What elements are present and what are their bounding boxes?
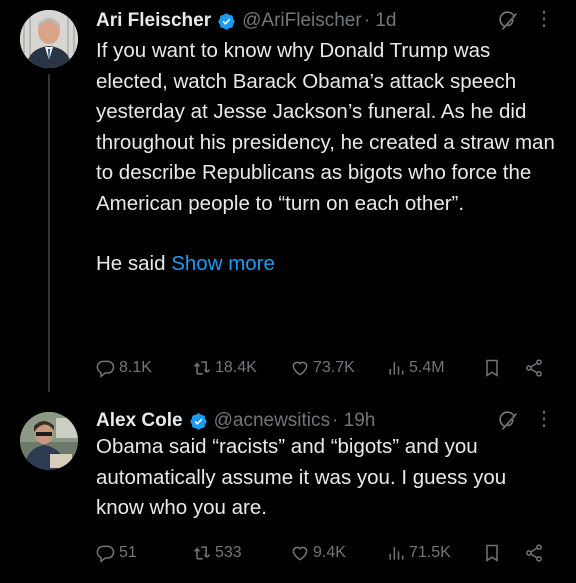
action-bar: 51 533 9.4K 71.5K	[96, 543, 552, 567]
views-icon	[389, 362, 404, 375]
like-count: 9.4K	[313, 544, 346, 561]
post-time[interactable]: · 19h	[332, 410, 375, 432]
share-icon	[526, 544, 542, 562]
post-paragraph: He said Show more	[96, 249, 556, 280]
post-text: Obama said “racists” and “bigots” and yo…	[96, 432, 556, 524]
verified-badge-icon	[189, 412, 207, 430]
reply-icon	[96, 360, 115, 378]
views-button[interactable]: 5.4M	[386, 358, 445, 378]
views-icon	[389, 547, 404, 560]
reply-count: 8.1K	[119, 359, 152, 376]
like-icon	[292, 361, 308, 376]
reply-icon	[96, 545, 115, 563]
bookmark-icon	[486, 544, 498, 562]
post-paragraph-text: He said	[96, 252, 166, 275]
repost-count: 18.4K	[215, 359, 257, 376]
author-handle[interactable]: @AriFleischer	[242, 10, 362, 32]
like-button[interactable]: 73.7K	[290, 358, 355, 378]
reply-button[interactable]: 8.1K	[96, 358, 152, 378]
views-count: 5.4M	[409, 359, 445, 376]
post-paragraph: Obama said “racists” and “bigots” and yo…	[96, 435, 507, 519]
like-button[interactable]: 9.4K	[290, 543, 346, 563]
grok-icon[interactable]	[498, 410, 520, 432]
thread-line	[48, 74, 50, 392]
repost-count: 533	[215, 544, 242, 561]
post-paragraph: If you want to know why Donald Trump was…	[96, 39, 555, 215]
bookmark-button[interactable]	[482, 358, 502, 378]
share-button[interactable]	[524, 543, 544, 563]
repost-icon	[193, 546, 211, 560]
avatar[interactable]	[20, 10, 78, 68]
more-icon[interactable]: ⋮	[534, 6, 554, 31]
post-text: If you want to know why Donald Trump was…	[96, 36, 556, 280]
show-more-link[interactable]: Show more	[171, 252, 275, 275]
like-count: 73.7K	[313, 359, 355, 376]
like-icon	[292, 546, 308, 561]
author-name[interactable]: Ari Fleischer	[96, 10, 211, 32]
author-name[interactable]: Alex Cole	[96, 410, 183, 432]
post-time[interactable]: · 1d	[364, 10, 397, 32]
repost-button[interactable]: 18.4K	[192, 358, 257, 378]
avatar[interactable]	[20, 412, 78, 470]
repost-button[interactable]: 533	[192, 543, 242, 563]
reply-count: 51	[119, 544, 137, 561]
action-bar: 8.1K 18.4K 73.7K 5.4M	[96, 358, 552, 382]
views-button[interactable]: 71.5K	[386, 543, 451, 563]
bookmark-icon	[486, 359, 498, 377]
share-button[interactable]	[524, 358, 544, 378]
verified-badge-icon	[218, 12, 235, 30]
views-count: 71.5K	[409, 544, 451, 561]
bookmark-button[interactable]	[482, 543, 502, 563]
more-icon[interactable]: ⋮	[534, 406, 554, 431]
reply-button[interactable]: 51	[96, 543, 137, 563]
post-header: Ari Fleischer @AriFleischer · 1d ⋮	[96, 6, 560, 36]
share-icon	[526, 359, 542, 377]
grok-icon[interactable]	[498, 10, 520, 32]
author-handle[interactable]: @acnewsitics	[214, 410, 330, 432]
repost-icon	[193, 361, 211, 375]
